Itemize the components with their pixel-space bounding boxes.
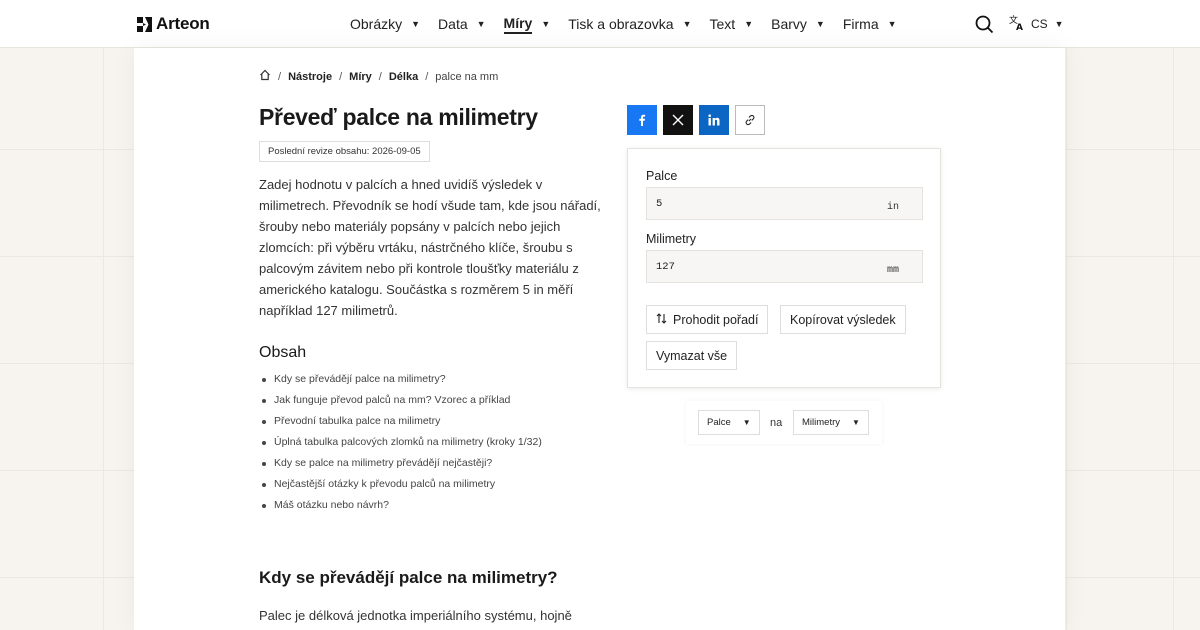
nav-item-label: Obrázky xyxy=(350,16,403,32)
nav-item-2[interactable]: Míry ▼ xyxy=(503,15,551,34)
share-x-button[interactable] xyxy=(663,105,693,135)
intro-paragraph: Zadej hodnotu v palcích a hned uvidíš vý… xyxy=(259,177,601,318)
site-header: Arteon Obrázky ▼ Data ▼ Míry ▼ Tisk a obrazovk… xyxy=(0,0,1200,48)
chevron-down-icon: ▼ xyxy=(476,19,486,29)
revision-badge: Poslední revize obsahu: 2026-09-05 xyxy=(259,141,430,162)
breadcrumb-separator: / xyxy=(378,70,382,83)
main-nav: Obrázky ▼ Data ▼ Míry ▼ Tisk a obrazovka ▼ Text ▼… xyxy=(350,0,915,48)
nav-item-1[interactable]: Data ▼ xyxy=(438,16,486,32)
breadcrumb-item-delka[interactable]: Délka xyxy=(389,71,418,83)
chevron-down-icon: ▼ xyxy=(682,19,692,29)
translate-icon: 文 A xyxy=(1009,14,1026,34)
facebook-icon xyxy=(639,114,646,126)
unit-selector: Palce ▼ na Milimetry ▼ xyxy=(686,401,882,444)
chevron-down-icon: ▼ xyxy=(742,418,751,427)
copy-result-button[interactable]: Kopírovat výsledek xyxy=(780,305,906,334)
nav-item-5[interactable]: Barvy ▼ xyxy=(771,16,825,32)
nav-item-label: Data xyxy=(438,16,468,32)
swap-button[interactable]: Prohodit pořadí xyxy=(646,305,769,334)
breadcrumb-item-nastroje[interactable]: Nástroje xyxy=(288,71,332,83)
to-unit-label: Milimetry xyxy=(646,232,696,246)
svg-text:A: A xyxy=(1016,23,1023,31)
millimeters-field[interactable]: mm xyxy=(646,250,923,283)
from-unit-select-value: Palce xyxy=(707,417,731,428)
breadcrumb: / Nástroje / Míry / Délka / palce na mm xyxy=(259,69,498,84)
swap-label: Prohodit pořadí xyxy=(673,312,759,327)
brand-logo[interactable]: Arteon xyxy=(137,14,210,34)
chevron-down-icon: ▼ xyxy=(1054,19,1064,29)
nav-item-label: Barvy xyxy=(771,16,807,32)
inches-field[interactable]: in xyxy=(646,187,923,220)
converter-panel: Palce in Milimetry mm Prohodit pořadí Ko… xyxy=(627,148,941,388)
toc-heading: Obsah xyxy=(259,344,307,361)
nav-item-0[interactable]: Obrázky ▼ xyxy=(350,16,420,32)
search-icon[interactable] xyxy=(975,15,994,34)
copy-link-button[interactable] xyxy=(735,105,765,135)
breadcrumb-separator: / xyxy=(425,70,429,83)
unit-joiner: na xyxy=(770,417,783,429)
chevron-down-icon: ▼ xyxy=(852,418,860,427)
to-unit-select[interactable]: Milimetry ▼ xyxy=(793,410,869,435)
section-heading: Kdy se převádějí palce na milimetry? xyxy=(259,568,558,587)
toc-item[interactable]: Převodní tabulka palce na milimetry xyxy=(259,411,542,432)
from-unit-select[interactable]: Palce ▼ xyxy=(698,410,760,435)
section-paragraph: Palec je délková jednotka imperiálního s… xyxy=(259,608,572,623)
linkedin-icon xyxy=(708,114,720,126)
nav-item-label: Míry xyxy=(503,15,533,34)
share-buttons xyxy=(627,105,765,135)
clear-all-button[interactable]: Vymazat vše xyxy=(646,341,738,370)
breadcrumb-separator: / xyxy=(339,70,343,83)
nav-item-4[interactable]: Text ▼ xyxy=(710,16,754,32)
share-linkedin-button[interactable] xyxy=(699,105,729,135)
to-unit-select-value: Milimetry xyxy=(802,417,840,428)
chevron-down-icon: ▼ xyxy=(411,19,421,29)
inches-input[interactable] xyxy=(647,188,922,219)
table-of-contents: Kdy se převádějí palce na milimetry? Jak … xyxy=(259,369,542,516)
toc-item[interactable]: Kdy se palce na milimetry převádějí nejč… xyxy=(259,453,542,474)
millimeters-input[interactable] xyxy=(647,251,922,282)
millimeters-unit: mm xyxy=(886,265,899,276)
nav-item-label: Firma xyxy=(842,16,879,32)
inches-unit: in xyxy=(886,202,899,213)
chevron-down-icon: ▼ xyxy=(887,19,897,29)
brand-name: Arteon xyxy=(156,14,210,33)
toc-item[interactable]: Kdy se převádějí palce na milimetry? xyxy=(259,369,542,390)
link-icon xyxy=(745,114,755,126)
content-card: / Nástroje / Míry / Délka / palce na mm … xyxy=(134,48,1065,630)
breadcrumb-separator: / xyxy=(278,70,282,83)
nav-item-3[interactable]: Tisk a obrazovka ▼ xyxy=(568,16,691,32)
nav-item-label: Tisk a obrazovka xyxy=(568,16,674,32)
home-icon[interactable] xyxy=(259,69,271,84)
language-switcher[interactable]: 文 A CS ▼ xyxy=(1009,14,1064,34)
breadcrumb-item-miry[interactable]: Míry xyxy=(349,71,372,83)
swap-arrows-icon xyxy=(656,312,667,327)
x-icon xyxy=(672,114,684,126)
nav-item-label: Text xyxy=(709,16,736,32)
toc-item[interactable]: Máš otázku nebo návrh? xyxy=(259,495,542,516)
nav-item-6[interactable]: Firma ▼ xyxy=(843,16,897,32)
toc-item[interactable]: Úplná tabulka palcových zlomků na milime… xyxy=(259,432,542,453)
page-title: Převeď palce na milimetry xyxy=(259,104,538,130)
chevron-down-icon: ▼ xyxy=(815,19,825,29)
logo-mark-icon xyxy=(137,16,152,32)
toc-item[interactable]: Jak funguje převod palců na mm? Vzorec a… xyxy=(259,390,542,411)
chevron-down-icon: ▼ xyxy=(541,19,551,29)
toc-item[interactable]: Nejčastější otázky k převodu palců na mi… xyxy=(259,474,542,495)
breadcrumb-current: palce na mm xyxy=(435,70,499,83)
from-unit-label: Palce xyxy=(646,169,678,183)
share-facebook-button[interactable] xyxy=(627,105,657,135)
chevron-down-icon: ▼ xyxy=(744,19,754,29)
language-code: CS xyxy=(1031,17,1048,31)
